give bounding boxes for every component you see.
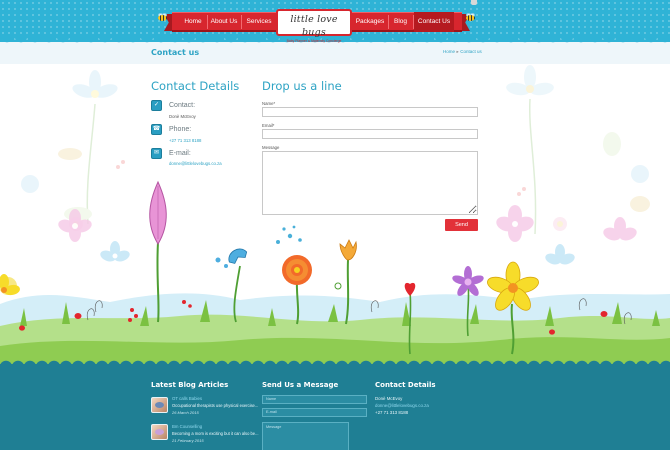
blog-thumbnail[interactable] [151, 424, 168, 440]
blog-article-title[interactable]: OT calls Babies [172, 396, 202, 401]
footer-message-field[interactable]: Message [262, 422, 349, 450]
nav-services[interactable]: Services [242, 12, 276, 32]
nav-packages[interactable]: Packages [353, 12, 387, 32]
logo-tagline: Baby Planner & Maternity Concierge [286, 39, 342, 43]
nav-contact-us[interactable]: Contact Us [414, 12, 454, 32]
contact-details-heading: Contact Details [151, 79, 240, 93]
site-logo[interactable]: little love bugs Baby Planner & Maternit… [276, 9, 352, 43]
phone-icon: ☎ [151, 124, 162, 135]
footer-contact-phone: +27 71 313 8188 [375, 410, 409, 415]
send-button[interactable]: Send [445, 219, 478, 231]
email-label-form: Email* [262, 123, 275, 128]
blog-article-date: 26 March 2015 [172, 410, 199, 415]
footer-scallop-edge [0, 357, 670, 367]
email-label: E-mail: [169, 150, 191, 157]
phone-label: Phone: [169, 126, 192, 133]
breadcrumb-separator-icon: ▸ [456, 49, 459, 54]
bee-icon [157, 13, 168, 21]
form-heading: Drop us a line [262, 79, 342, 93]
breadcrumb: Home ▸ Contact us [443, 49, 482, 55]
mail-icon: ✉ [151, 148, 162, 159]
message-label: Message [262, 145, 280, 150]
blog-article-title[interactable]: Bm Counselling [172, 424, 202, 429]
footer-message-heading: Send Us a Message [262, 381, 339, 389]
breadcrumb-current: Contact us [460, 49, 482, 54]
nav-blog[interactable]: Blog [389, 12, 412, 32]
blog-thumbnail[interactable] [151, 397, 168, 413]
nav-home[interactable]: Home [180, 12, 206, 32]
footer-contact-name: Donè McEvoy [375, 396, 403, 401]
bee-icon [465, 13, 476, 21]
name-field[interactable] [262, 107, 478, 117]
blog-article-date: 21 February 2015 [172, 438, 204, 443]
contact-label: Contact: [169, 102, 196, 109]
email-field[interactable] [262, 129, 478, 139]
blog-article-excerpt: Occupational therapists use physical exe… [172, 403, 259, 408]
nav-about-us[interactable]: About Us [208, 12, 240, 32]
footer-email-field[interactable]: E-mail [262, 408, 367, 417]
footer-contact-heading: Contact Details [375, 381, 436, 389]
footer-contact-email[interactable]: donne@littlelovebugs.co.za [375, 403, 429, 408]
breadcrumb-home-link[interactable]: Home [443, 49, 455, 54]
blog-article-excerpt: Becoming a mom is exciting but it can al… [172, 431, 259, 436]
logo-text: little love bugs [290, 14, 338, 38]
footer-blog-heading: Latest Blog Articles [151, 381, 229, 389]
email-value[interactable]: donne@littlelovebugs.co.za [169, 161, 222, 166]
check-icon: ✓ [151, 100, 162, 111]
phone-value[interactable]: +27 71 313 8188 [169, 138, 201, 143]
message-field[interactable] [262, 151, 478, 215]
name-label: Name* [262, 101, 276, 106]
scroll-top-handle[interactable] [471, 0, 477, 5]
contact-value: Donè McEvoy [169, 114, 196, 119]
footer-name-field[interactable]: Name [262, 395, 367, 404]
page-title: Contact us [151, 48, 200, 57]
